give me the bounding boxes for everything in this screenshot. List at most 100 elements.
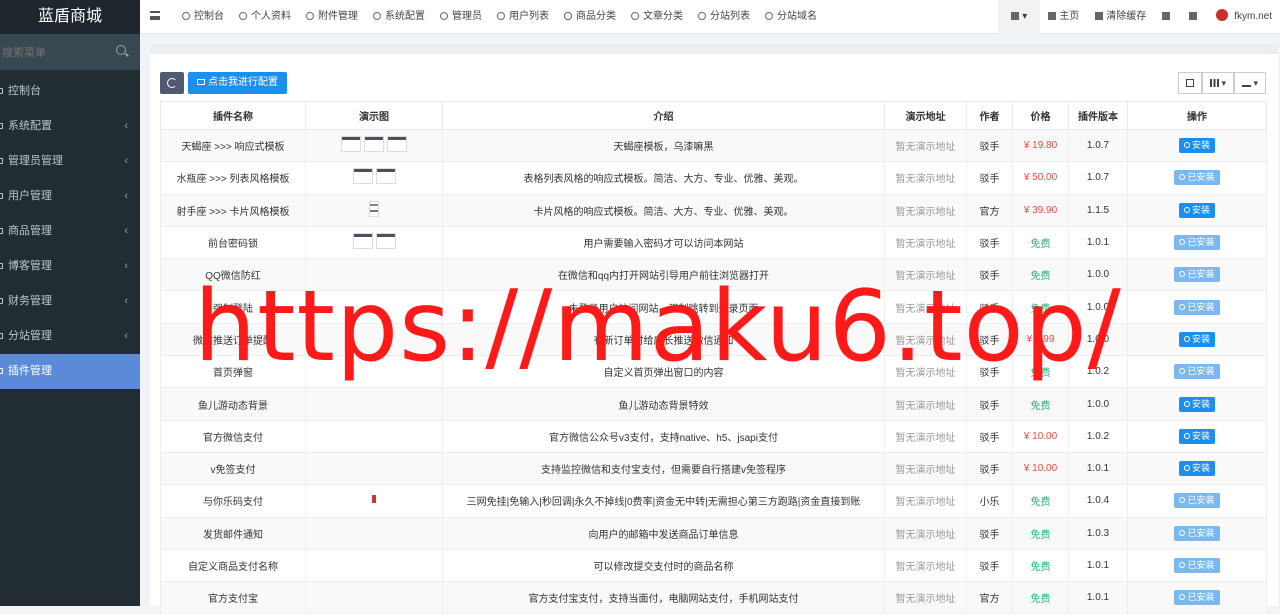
installed-button[interactable]: 已安装 xyxy=(1174,590,1220,606)
card-view-button[interactable] xyxy=(1177,72,1202,94)
menu-toggle-icon[interactable] xyxy=(150,11,160,20)
sidebar-item-4[interactable]: 商品管理 ‹ xyxy=(0,214,140,249)
plugin-author: 官方 xyxy=(966,193,1013,227)
sidebar-item-1[interactable]: 系统配置 ‹ xyxy=(0,109,140,144)
user-menu[interactable]: fkym.net xyxy=(1208,0,1280,34)
thumbnail[interactable] xyxy=(372,495,376,504)
column-header[interactable]: 操作 xyxy=(1127,101,1267,130)
wrench-icon xyxy=(1179,239,1186,246)
sidebar-item-label: 用户管理 xyxy=(8,190,52,202)
column-header[interactable]: 插件版本 xyxy=(1068,101,1128,130)
sidebar-item-3[interactable]: 用户管理 ‹ xyxy=(0,179,140,214)
wrench-icon xyxy=(1179,174,1186,181)
install-button[interactable]: 安装 xyxy=(1178,428,1215,444)
thumbnail[interactable] xyxy=(375,233,396,250)
plugin-action: 安装 xyxy=(1127,193,1267,227)
installed-button[interactable]: 已安装 xyxy=(1174,493,1220,509)
installed-button[interactable]: 已安装 xyxy=(1174,525,1220,541)
thumbnail[interactable] xyxy=(364,136,384,153)
install-button[interactable]: 安装 xyxy=(1178,396,1215,412)
thumbnail[interactable] xyxy=(352,168,373,185)
installed-button[interactable]: 已安装 xyxy=(1174,364,1220,380)
table-row: 射手座 >>> 卡片风格模板 卡片风格的响应式模板。简洁、大方、专业、优雅、美观。… xyxy=(160,193,1267,227)
topnav-item-4[interactable]: 管理员 xyxy=(434,0,491,34)
installed-button[interactable]: 已安装 xyxy=(1174,235,1220,251)
plugin-version: 1.0.1 xyxy=(1068,581,1128,614)
topnav-item-0[interactable]: 控制台 xyxy=(176,0,233,34)
demo-images xyxy=(305,193,443,227)
topnav-item-2[interactable]: 附件管理 xyxy=(300,0,367,34)
install-button[interactable]: 安装 xyxy=(1178,461,1215,477)
columns-dropdown[interactable]: ▾ xyxy=(1201,72,1234,94)
config-button[interactable]: 点击我进行配置 xyxy=(188,72,287,94)
refresh-button[interactable] xyxy=(160,72,184,94)
installed-button[interactable]: 已安装 xyxy=(1174,170,1220,186)
column-header[interactable]: 介绍 xyxy=(442,101,885,130)
plugin-name: v免签支付 xyxy=(160,451,306,486)
sidebar-item-8[interactable]: 插件管理 xyxy=(0,354,140,389)
demo-url: 暂无演示地址 xyxy=(884,355,967,389)
plugin-price: 免费 xyxy=(1012,581,1069,614)
topnav-item-3[interactable]: 系统配置 xyxy=(367,0,434,34)
column-header[interactable]: 演示地址 xyxy=(884,101,967,130)
plugin-name: 射手座 >>> 卡片风格模板 xyxy=(160,193,306,227)
sidebar-item-7[interactable]: 分站管理 ‹ xyxy=(0,319,140,354)
demo-url: 暂无演示地址 xyxy=(884,451,967,486)
installed-button[interactable]: 已安装 xyxy=(1174,267,1220,283)
plugin-action: 已安装 xyxy=(1127,516,1267,550)
table-row: 首页弹窗 自定义首页弹出窗口的内容 暂无演示地址 驳手 免费 1.0.2 已安装 xyxy=(160,355,1267,389)
table-row: 发货邮件通知 向用户的邮箱中发送商品订单信息 暂无演示地址 驳手 免费 1.0.3 已安装 xyxy=(160,516,1267,550)
installed-button[interactable]: 已安装 xyxy=(1174,299,1220,315)
plugin-name: QQ微信防红 xyxy=(160,258,306,292)
installed-button[interactable]: 已安装 xyxy=(1174,558,1220,573)
wrench-icon xyxy=(1183,335,1190,342)
table-row: 天蝎座 >>> 响应式模板 天蝎座模板，乌漆嘛黑 暂无演示地址 驳手 ¥ 19.80 1.… xyxy=(160,128,1267,163)
top-nav: 控制台 个人资料 附件管理 系统配置 管理员 用户列表 商品分类 文章分类 分站列表 分站域名 xyxy=(176,0,826,34)
column-header[interactable]: 价格 xyxy=(1012,101,1069,130)
install-button[interactable]: 安装 xyxy=(1178,202,1215,218)
plugin-version: 1.0.2 xyxy=(1068,355,1128,389)
table-row: 官方微信支付 官方微信公众号v3支付，支持native、h5、jsapi支付 暂无演… xyxy=(160,419,1267,453)
sidebar-item-0[interactable]: 控制台 xyxy=(0,74,140,109)
install-button[interactable]: 安装 xyxy=(1178,331,1215,347)
thumbnail[interactable] xyxy=(387,136,407,153)
list-menu-dropdown[interactable]: ▾ xyxy=(998,0,1041,34)
search-icon[interactable] xyxy=(116,45,126,55)
demo-images xyxy=(305,258,443,292)
thumbnail[interactable] xyxy=(352,233,373,250)
topnav-item-5[interactable]: 用户列表 xyxy=(491,0,558,34)
sidebar-item-2[interactable]: 管理员管理 ‹ xyxy=(0,144,140,179)
column-header[interactable]: 插件名称 xyxy=(160,101,306,130)
export-dropdown[interactable]: ▾ xyxy=(1233,72,1266,94)
topnav-item-9[interactable]: 分站域名 xyxy=(759,0,826,34)
table-row: 鱼儿游动态背景 鱼儿游动态背景特效 暂无演示地址 驳手 免费 1.0.0 安装 xyxy=(160,387,1267,421)
install-button[interactable]: 安装 xyxy=(1178,138,1215,154)
topnav-item-8[interactable]: 分站列表 xyxy=(692,0,759,34)
plugin-name: 天蝎座 >>> 响应式模板 xyxy=(160,128,306,163)
demo-images xyxy=(305,161,443,195)
table-row: 水瓶座 >>> 列表风格模板 表格列表风格的响应式模板。简洁、大方、专业、优雅、美… xyxy=(160,161,1267,195)
plugin-name: 发货邮件通知 xyxy=(160,516,306,550)
sidebar-item-6[interactable]: 财务管理 ‹ xyxy=(0,284,140,319)
nav-icon xyxy=(698,12,706,20)
menu-search-input[interactable] xyxy=(0,42,108,64)
fullscreen-button[interactable] xyxy=(1181,0,1208,34)
plugin-desc: 三网免挂|免输入|秒回调|永久不掉线|0费率|资金无中转|无需担心第三方跑路|资… xyxy=(442,484,885,518)
topnav-item-6[interactable]: 商品分类 xyxy=(558,0,625,34)
home-link[interactable]: 主页 xyxy=(1040,0,1087,34)
column-header[interactable]: 作者 xyxy=(966,101,1013,130)
wrench-icon xyxy=(1183,432,1190,439)
sidebar-item-5[interactable]: 博客管理 ‹ xyxy=(0,249,140,284)
thumbnail[interactable] xyxy=(375,168,396,185)
clear-cache-link[interactable]: 清除缓存 xyxy=(1087,0,1154,34)
mobile-view-button[interactable] xyxy=(1154,0,1181,34)
demo-url: 暂无演示地址 xyxy=(884,516,967,550)
topnav-item-1[interactable]: 个人资料 xyxy=(233,0,300,34)
topnav-item-7[interactable]: 文章分类 xyxy=(625,0,692,34)
plugin-action: 已安装 xyxy=(1127,225,1267,260)
refresh-icon xyxy=(167,78,177,88)
thumbnail[interactable] xyxy=(341,136,361,153)
thumbnail[interactable] xyxy=(369,200,379,217)
nav-icon xyxy=(631,12,639,20)
column-header[interactable]: 演示图 xyxy=(305,101,443,130)
